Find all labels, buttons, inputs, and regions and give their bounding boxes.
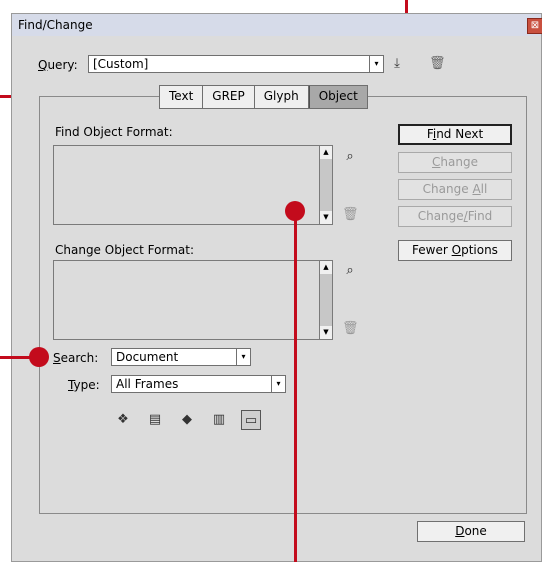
save-query-icon[interactable]: ⤓ bbox=[389, 56, 405, 72]
include-hidden-layers-icon[interactable]: ◆ bbox=[177, 410, 197, 430]
include-footnotes-icon[interactable]: ▭ bbox=[241, 410, 261, 430]
scroll-down-arrow[interactable]: ▼ bbox=[320, 211, 332, 224]
callout-line-bottom bbox=[294, 215, 297, 562]
find-change-dialog: Find/Change ⊠ Query: [Custom] ▾ ⤓ 🗑 Text… bbox=[11, 13, 542, 562]
include-master-pages-icon[interactable]: ▥ bbox=[209, 410, 229, 430]
search-dropdown[interactable]: Document ▾ bbox=[111, 348, 251, 366]
change-all-button[interactable]: Change All bbox=[398, 179, 512, 200]
tab-grep[interactable]: GREP bbox=[203, 86, 255, 108]
trash-icon[interactable]: 🗑 bbox=[342, 207, 359, 223]
scrollbar[interactable]: ▲ ▼ bbox=[319, 261, 332, 339]
tab-object[interactable]: Object bbox=[308, 86, 367, 108]
tab-strip: Text GREP Glyph Object bbox=[159, 85, 368, 109]
chevron-down-icon: ▾ bbox=[236, 349, 250, 365]
find-format-label: Find Object Format: bbox=[55, 125, 173, 139]
find-next-button[interactable]: Find Next bbox=[398, 124, 512, 145]
change-button[interactable]: Change bbox=[398, 152, 512, 173]
scroll-up-arrow[interactable]: ▲ bbox=[320, 261, 332, 274]
include-locked-stories-icon[interactable]: ▤ bbox=[145, 410, 165, 430]
search-label: Search: bbox=[53, 351, 99, 365]
chevron-down-icon: ▾ bbox=[369, 56, 383, 72]
search-value: Document bbox=[116, 350, 179, 364]
specify-attributes-icon[interactable]: ⌕ bbox=[342, 149, 358, 165]
change-find-button[interactable]: Change/Find bbox=[398, 206, 512, 227]
specify-attributes-icon[interactable]: ⌕ bbox=[342, 263, 358, 279]
trash-icon[interactable]: 🗑 bbox=[429, 56, 446, 72]
change-format-box[interactable]: ▲ ▼ bbox=[53, 260, 333, 340]
done-button[interactable]: Done bbox=[417, 521, 525, 542]
tab-text[interactable]: Text bbox=[160, 86, 204, 108]
tab-glyph[interactable]: Glyph bbox=[255, 86, 309, 108]
title-bar: Find/Change ⊠ bbox=[12, 14, 542, 36]
query-label: Query: bbox=[38, 58, 78, 72]
include-locked-layers-icon[interactable]: ❖ bbox=[113, 410, 133, 430]
dialog-title: Find/Change bbox=[18, 18, 93, 32]
scrollbar[interactable]: ▲ ▼ bbox=[319, 146, 332, 224]
fewer-options-button[interactable]: Fewer Options bbox=[398, 240, 512, 261]
change-format-label: Change Object Format: bbox=[55, 243, 194, 257]
close-icon[interactable]: ⊠ bbox=[527, 18, 542, 34]
query-dropdown[interactable]: [Custom] ▾ bbox=[88, 55, 384, 73]
chevron-down-icon: ▾ bbox=[271, 376, 285, 392]
callout-dot-search bbox=[29, 347, 49, 367]
scroll-down-arrow[interactable]: ▼ bbox=[320, 326, 332, 339]
type-value: All Frames bbox=[116, 377, 179, 391]
type-dropdown[interactable]: All Frames ▾ bbox=[111, 375, 286, 393]
trash-icon[interactable]: 🗑 bbox=[342, 321, 359, 337]
type-label: Type: bbox=[68, 378, 100, 392]
query-value: [Custom] bbox=[93, 57, 149, 71]
scroll-up-arrow[interactable]: ▲ bbox=[320, 146, 332, 159]
